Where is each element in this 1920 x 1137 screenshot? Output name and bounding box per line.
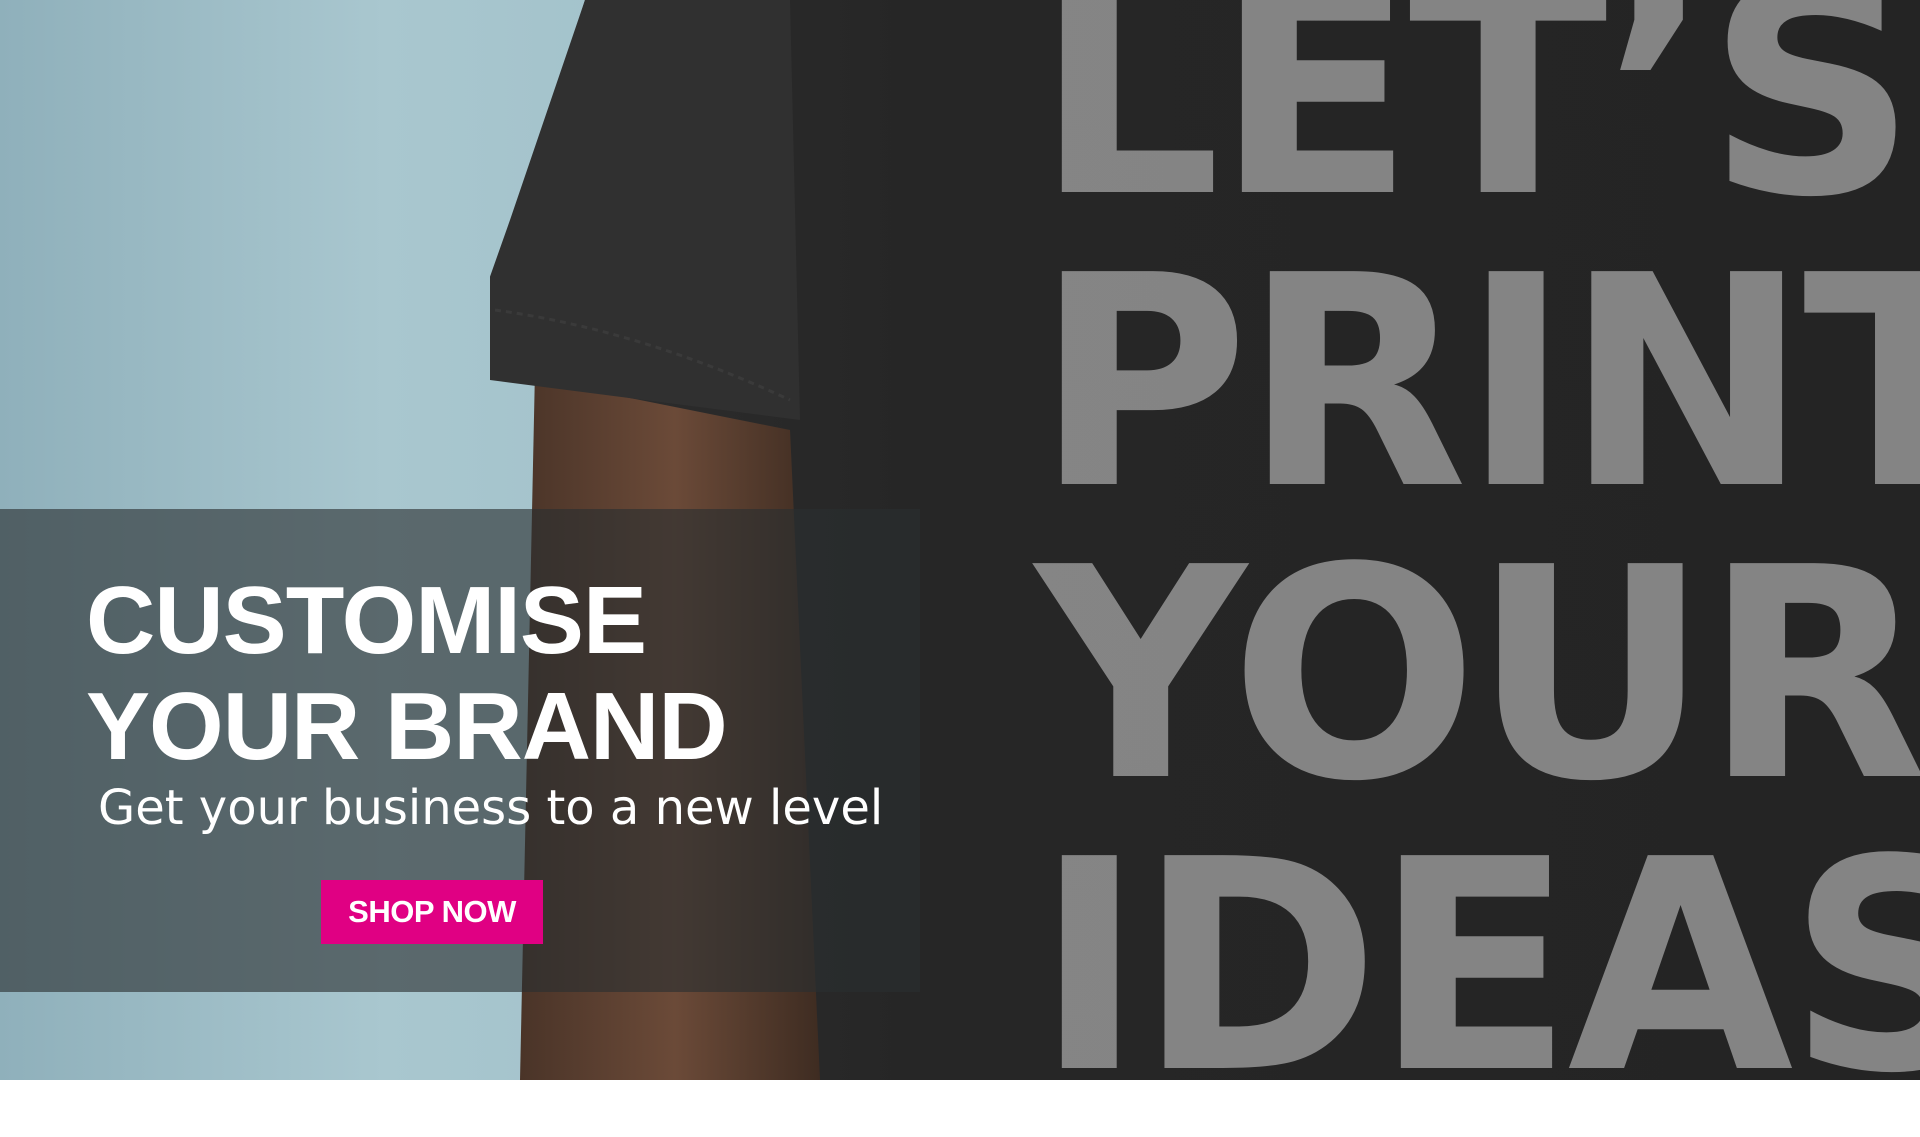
headline-line-2: YOUR BRAND	[86, 673, 728, 780]
shirt-print-line: IDEAS	[1035, 797, 1920, 1137]
shirt-print-line: PRINT	[1035, 213, 1920, 553]
headline-line-1: CUSTOMISE	[86, 567, 647, 674]
headline: CUSTOMISE YOUR BRAND	[86, 567, 728, 780]
shop-now-button[interactable]: SHOP NOW	[321, 880, 543, 944]
shirt-print-text: LET’S PRINT YOUR IDEAS	[1035, 0, 1920, 1113]
sleeve	[490, 0, 800, 420]
shirt-print-line: YOUR	[1035, 505, 1920, 845]
shirt-print-line: LET’S	[1035, 0, 1917, 261]
subheadline: Get your business to a new level	[98, 780, 884, 836]
